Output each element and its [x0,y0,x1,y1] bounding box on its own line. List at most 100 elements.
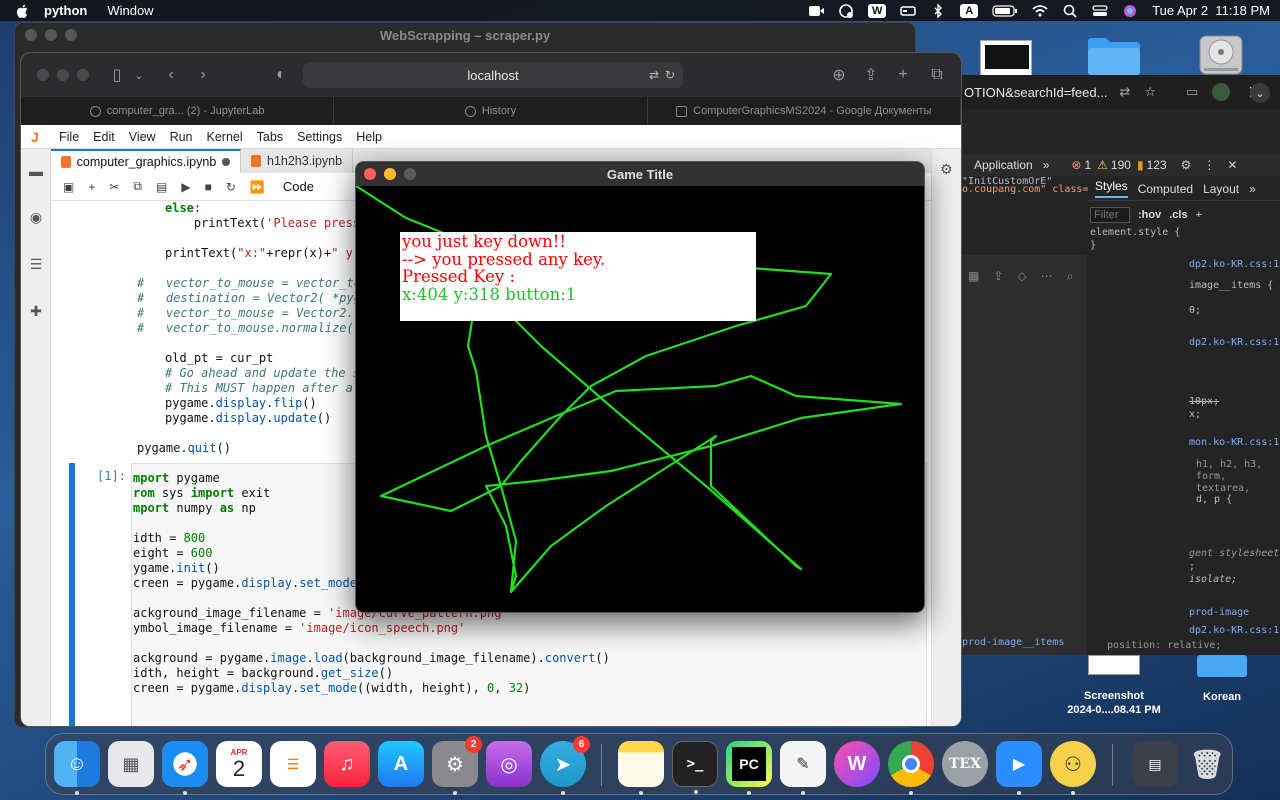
close-button[interactable] [364,168,376,180]
clock[interactable]: Tue Apr 2 11:18 PM [1152,3,1270,18]
tag-icon[interactable]: ◇ [1017,269,1026,283]
avatar[interactable] [1212,83,1231,101]
chevron-down-icon[interactable]: ⌄ [129,65,149,85]
dock-reminders-icon[interactable]: ☰ [270,741,316,787]
minimize-button[interactable] [384,168,396,180]
tab-overview-icon[interactable]: ⧉ [927,65,947,85]
browser-tab-google-docs[interactable]: ComputerGraphicsMS2024 - Google Документ… [648,97,961,125]
bluetooth-icon[interactable] [930,3,946,18]
app-menu-python[interactable]: python [44,3,87,18]
menu-kernel[interactable]: Kernel [207,130,243,144]
dock-notes-icon[interactable] [618,741,664,795]
dock-terminal-icon[interactable]: >_ [672,741,718,794]
menu-view[interactable]: View [129,130,156,144]
restart-icon[interactable]: ↻ [226,180,236,194]
cls-toggle[interactable]: .cls [1169,209,1187,221]
wifi-icon[interactable] [1032,4,1048,18]
input-a-icon[interactable]: A [960,3,979,18]
kebab-icon[interactable]: ⋮ [1203,158,1215,172]
drive-icon[interactable] [900,4,916,18]
window-controls[interactable] [37,69,89,81]
dock-downloads-stack-icon[interactable]: ▤ [1132,741,1178,787]
pycharm-titlebar[interactable]: WebScrapping – scraper.py [15,23,915,47]
dock-trash-icon[interactable]: 🗑 [1184,741,1230,787]
breadcrumb[interactable]: prod-image__items [962,637,1064,648]
menu-edit[interactable]: Edit [93,130,115,144]
devtools-panel[interactable]: OTION&searchId=feed... ⇄ ☆ ▭ ⋮ Applicati… [962,75,1280,655]
chevron-down-icon[interactable]: ⌄ [1250,83,1270,103]
apple-menu-icon[interactable] [16,4,30,18]
star-icon[interactable]: ☆ [1144,84,1156,100]
tab-more-styles[interactable]: » [1249,182,1256,196]
styles-subtabs[interactable]: Styles Computed Layout » [1087,177,1280,201]
window-controls[interactable] [364,168,416,180]
grid-icon[interactable]: ▦ [968,269,979,283]
folder-icon[interactable] [1086,34,1142,76]
filter-input[interactable] [1090,207,1130,223]
gear-icon[interactable]: ⚙ [1181,158,1192,172]
menu-tabs[interactable]: Tabs [257,130,283,144]
share-icon[interactable]: ⇪ [861,65,881,85]
close-button[interactable] [37,69,49,81]
dock-launchpad-icon[interactable]: ▦ [108,741,154,787]
download-icon[interactable]: ⊕ [829,65,849,85]
running-icon[interactable]: ◉ [28,209,44,225]
tab-computed[interactable]: Computed [1138,182,1193,196]
fast-forward-icon[interactable]: ⏩ [250,180,265,194]
pygame-window[interactable]: Game Title you just key down!! --> you p… [355,161,925,613]
extension-icon[interactable]: ✚ [28,303,44,319]
forward-icon[interactable]: › [193,65,213,85]
menu-settings[interactable]: Settings [297,130,342,144]
search-icon[interactable] [1062,4,1078,18]
browser-tab-jupyterlab[interactable]: computer_gra... (2) - JupyterLab [21,97,335,125]
word-icon[interactable]: W [868,3,887,18]
zoom-button[interactable] [65,29,77,41]
dock-telegram-icon[interactable]: ➤ 6 [540,736,590,795]
menu-help[interactable]: Help [356,130,382,144]
share-icon[interactable]: ⇪ [993,269,1003,283]
close-icon[interactable]: ✕ [1227,158,1237,172]
menu-file[interactable]: File [59,130,79,144]
save-icon[interactable]: ▣ [63,180,74,194]
dock-python-launcher-icon[interactable]: ⚇ [1050,741,1096,795]
css-source-2[interactable]: dp2.ko-KR.css:1 [1189,337,1279,348]
battery-icon[interactable] [992,4,1018,18]
minimize-button[interactable] [45,29,57,41]
property-inspector-icon[interactable]: ⚙ [940,161,953,178]
devtools-url[interactable]: OTION&searchId=feed... ⇄ ☆ ▭ ⋮ [962,75,1280,109]
sidebar-icon[interactable]: ▯ [107,65,127,85]
desktop-screenshot-thumbnail-top[interactable] [980,40,1032,76]
translate-icon[interactable]: ⇄ [1119,84,1130,100]
translate-icon[interactable]: ⇄ [649,68,659,82]
dock-calendar-icon[interactable]: APR 2 [216,741,262,787]
dock-zoom-icon[interactable]: ▶ [996,741,1042,795]
notebook-tab-computer-graphics[interactable]: computer_graphics.ipynb [51,149,241,173]
cell-type-select[interactable]: Code [283,179,314,194]
browser-tab-history[interactable]: History [334,97,648,125]
notification-icon[interactable] [838,3,854,18]
dock-finder-icon[interactable]: ☺ [54,741,100,795]
zoom-icon[interactable] [808,4,825,18]
dock-chrome-icon[interactable] [888,741,934,795]
new-tab-icon[interactable]: + [893,65,913,85]
warning-icon[interactable]: ⚠ [1097,158,1108,172]
run-icon[interactable]: ▶ [181,180,190,194]
desktop-icon-screenshot[interactable]: Screenshot 2024-0....08.41 PM [1062,655,1166,719]
close-button[interactable] [25,29,37,41]
notebook-tab-h1h2h3[interactable]: h1h2h3.ipynb [241,149,354,173]
menu-run[interactable]: Run [170,130,193,144]
tab-layout[interactable]: Layout [1203,182,1239,196]
sidebar-icon[interactable]: ▭ [1186,84,1198,100]
disk-drive-icon[interactable] [1196,30,1246,78]
zoom-button[interactable] [77,69,89,81]
back-icon[interactable]: ‹ [161,65,181,85]
stop-icon[interactable]: ■ [205,180,212,194]
folder-icon[interactable]: ▬ [28,163,44,179]
hov-toggle[interactable]: :hov [1138,209,1161,221]
css-source-4[interactable]: dp2.ko-KR.css:1 [1189,625,1279,636]
control-center-icon[interactable] [1092,4,1108,18]
cut-icon[interactable]: ✂ [109,180,119,194]
dock-settings-icon[interactable]: ⚙ 2 [432,736,482,795]
pygame-titlebar[interactable]: Game Title [356,162,924,186]
copy-icon[interactable]: ⧉ [133,179,142,194]
